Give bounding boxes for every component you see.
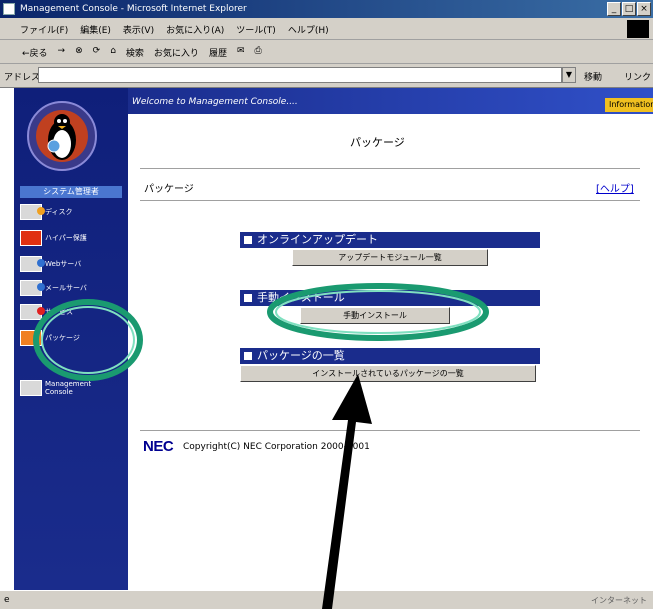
divider — [140, 430, 640, 431]
service-icon — [20, 304, 45, 320]
addressbar: アドレス(D) ▼ 移動 リンク — [0, 64, 653, 88]
left-nav: システム管理者 ディスク ハイパー保護 Webサーバ メールサーバ サービス パ… — [14, 88, 128, 590]
hyper-protect-icon — [20, 230, 42, 246]
menubar: ファイル(F) 編集(E) 表示(V) お気に入り(A) ツール(T) ヘルプ(… — [0, 18, 653, 40]
history-button[interactable]: 履歴 — [207, 46, 229, 59]
toolbar: ←戻る → ⊗ ⟳ ⌂ 検索 お気に入り 履歴 ✉ ⎙ — [0, 40, 653, 64]
home-icon[interactable]: ⌂ — [108, 46, 118, 59]
disk-icon — [20, 204, 45, 220]
welcome-text: Welcome to Management Console.... — [132, 97, 298, 107]
group-title: オンラインアップデート — [240, 232, 540, 248]
sidebar-item-service[interactable]: サービス — [20, 302, 73, 322]
window-controls: _ □ × — [607, 2, 651, 16]
sidebar-item-hyper-protect[interactable]: ハイパー保護 — [20, 228, 87, 248]
manual-install-button[interactable]: 手動インストール — [300, 307, 450, 324]
statusbar: e インターネット — [0, 590, 653, 609]
section-label: パッケージ — [144, 184, 194, 195]
minimize-button[interactable]: _ — [607, 2, 621, 16]
online-update-group: オンラインアップデート アップデートモジュール一覧 — [240, 232, 540, 266]
print-icon[interactable]: ⎙ — [253, 46, 264, 59]
update-module-list-button[interactable]: アップデートモジュール一覧 — [292, 249, 488, 266]
management-console-icon — [20, 380, 42, 396]
package-icon — [20, 330, 42, 346]
forward-button[interactable]: → — [56, 46, 68, 59]
windows-logo-icon — [627, 20, 649, 38]
menu-view[interactable]: 表示(V) — [123, 23, 154, 36]
close-button[interactable]: × — [637, 2, 651, 16]
group-title-label: オンラインアップデート — [257, 233, 378, 246]
address-input[interactable] — [38, 67, 562, 83]
sidebar-item-label: パッケージ — [45, 334, 80, 342]
manual-install-group: 手動インストール 手動インストール — [240, 290, 540, 324]
sidebar-item-label: ディスク — [45, 208, 73, 216]
nav-header: システム管理者 — [20, 186, 122, 198]
back-button[interactable]: ←戻る — [20, 46, 50, 59]
penguin-mascot-logo — [27, 101, 97, 171]
square-bullet-icon — [244, 352, 252, 360]
window-title: Management Console - Microsoft Internet … — [20, 4, 247, 14]
links-button[interactable]: リンク — [624, 70, 651, 83]
group-title: パッケージの一覧 — [240, 348, 540, 364]
stop-icon[interactable]: ⊗ — [73, 46, 85, 59]
sidebar-item-label: メールサーバ — [45, 284, 87, 292]
menu-tools[interactable]: ツール(T) — [236, 23, 276, 36]
group-title-label: 手動インストール — [257, 291, 345, 304]
package-list-group: パッケージの一覧 インストールされているパッケージの一覧 — [240, 348, 540, 382]
sidebar-item-disk[interactable]: ディスク — [20, 202, 73, 222]
address-dropdown-icon[interactable]: ▼ — [562, 67, 576, 83]
sidebar-item-package[interactable]: パッケージ — [20, 328, 80, 348]
web-server-icon — [20, 256, 45, 272]
window-titlebar: Management Console - Microsoft Internet … — [0, 0, 653, 18]
menu-favorites[interactable]: お気に入り(A) — [166, 23, 224, 36]
page-title: パッケージ — [350, 136, 405, 149]
square-bullet-icon — [244, 294, 252, 302]
mail-icon[interactable]: ✉ — [235, 46, 247, 59]
information-tab[interactable]: Information — [605, 98, 653, 112]
divider — [140, 200, 640, 201]
sidebar-item-mail-server[interactable]: メールサーバ — [20, 278, 87, 298]
menu-edit[interactable]: 編集(E) — [80, 23, 111, 36]
sidebar-item-label: Management Console — [45, 380, 92, 396]
welcome-bar: Welcome to Management Console.... Inform… — [128, 88, 653, 114]
sidebar-item-web-server[interactable]: Webサーバ — [20, 254, 81, 274]
go-button[interactable]: 移動 — [584, 70, 602, 83]
help-link[interactable]: [ヘルプ] — [596, 180, 634, 195]
favorites-button[interactable]: お気に入り — [152, 46, 201, 59]
sidebar-item-label: サービス — [45, 308, 73, 316]
installed-package-list-button[interactable]: インストールされているパッケージの一覧 — [240, 365, 536, 382]
group-title-label: パッケージの一覧 — [257, 349, 345, 362]
square-bullet-icon — [244, 236, 252, 244]
sidebar-item-management-console[interactable]: Management Console — [20, 378, 92, 398]
refresh-icon[interactable]: ⟳ — [91, 46, 103, 59]
ie-app-icon — [3, 3, 15, 15]
group-title: 手動インストール — [240, 290, 540, 306]
sidebar-item-label: ハイパー保護 — [45, 234, 87, 242]
copyright-text: Copyright(C) NEC Corporation 2000-2001 — [183, 442, 370, 452]
menu-file[interactable]: ファイル(F) — [20, 23, 68, 36]
menu-help[interactable]: ヘルプ(H) — [288, 23, 329, 36]
nec-logo: NEC — [143, 438, 174, 455]
mail-server-icon — [20, 280, 45, 296]
maximize-button[interactable]: □ — [622, 2, 636, 16]
search-button[interactable]: 検索 — [124, 46, 146, 59]
arrow-pointer-icon — [322, 374, 372, 609]
page-status-icon: e — [4, 595, 10, 605]
security-zone-label: インターネット — [591, 596, 647, 605]
divider — [140, 168, 640, 169]
sidebar-item-label: Webサーバ — [45, 260, 82, 268]
